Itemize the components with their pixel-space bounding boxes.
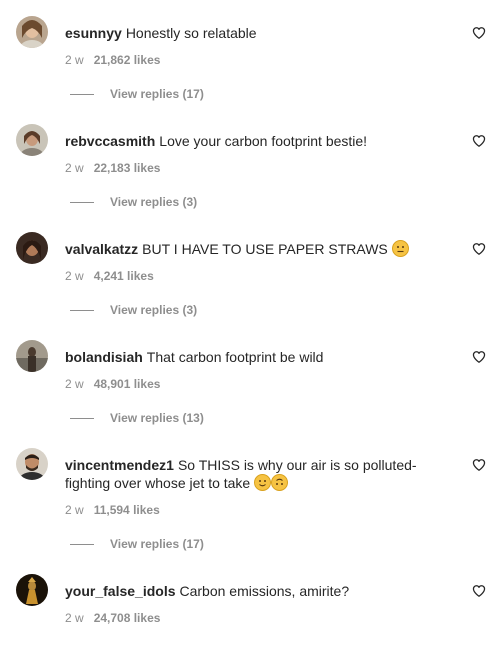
view-replies-button[interactable]: View replies (17) bbox=[70, 536, 204, 552]
comment-meta: 2 w 22,183 likes bbox=[65, 160, 160, 176]
comment-text: valvalkatzz BUT I HAVE TO USE PAPER STRAW… bbox=[65, 240, 445, 258]
view-replies-label: View replies (17) bbox=[110, 87, 204, 101]
comment-likes[interactable]: 4,241 likes bbox=[94, 269, 154, 283]
replies-divider bbox=[70, 93, 94, 95]
comment-text: your_false_idols Carbon emissions, amirit… bbox=[65, 582, 445, 600]
heart-outline-icon[interactable] bbox=[472, 134, 486, 148]
comment-age: 2 w bbox=[65, 377, 84, 391]
comment-text: esunnyy Honestly so relatable bbox=[65, 24, 445, 42]
view-replies-label: View replies (3) bbox=[110, 303, 198, 317]
comment-likes[interactable]: 11,594 likes bbox=[94, 503, 160, 517]
avatar[interactable] bbox=[16, 124, 48, 156]
comment-meta: 2 w 4,241 likes bbox=[65, 268, 154, 284]
heart-outline-icon[interactable] bbox=[472, 26, 486, 40]
comment-body: Honestly so relatable bbox=[125, 25, 257, 41]
comment-username[interactable]: valvalkatzz bbox=[65, 241, 138, 257]
comment-likes[interactable]: 22,183 likes bbox=[94, 161, 161, 175]
heart-outline-icon[interactable] bbox=[472, 584, 486, 598]
comment-username[interactable]: your_false_idols bbox=[65, 583, 176, 599]
view-replies-button[interactable]: View replies (3) bbox=[70, 302, 197, 318]
heart-outline-icon[interactable] bbox=[472, 350, 486, 364]
avatar[interactable] bbox=[16, 16, 48, 48]
comment-meta: 2 w 21,862 likes bbox=[65, 52, 160, 68]
view-replies-button[interactable]: View replies (17) bbox=[70, 86, 204, 102]
view-replies-button[interactable]: View replies (3) bbox=[70, 194, 197, 210]
comment-body: Love your carbon footprint bestie! bbox=[159, 133, 368, 149]
view-replies-label: View replies (17) bbox=[110, 537, 204, 551]
replies-divider bbox=[70, 309, 94, 311]
comment-username[interactable]: bolandisiah bbox=[65, 349, 143, 365]
replies-divider bbox=[70, 543, 94, 545]
comment-meta: 2 w 24,708 likes bbox=[65, 610, 160, 626]
comment-meta: 2 w 11,594 likes bbox=[65, 502, 160, 518]
comment-age: 2 w bbox=[65, 53, 84, 67]
comment-age: 2 w bbox=[65, 161, 84, 175]
comment-text: rebvccasmith Love your carbon footprint b… bbox=[65, 132, 445, 150]
comment-body: Carbon emissions, amirite? bbox=[179, 583, 350, 599]
comment-body: That carbon footprint be wild bbox=[146, 349, 324, 365]
comment-likes[interactable]: 48,901 likes bbox=[94, 377, 161, 391]
comment-age: 2 w bbox=[65, 269, 84, 283]
slight-smile-emoji bbox=[254, 474, 272, 491]
comment-username[interactable]: rebvccasmith bbox=[65, 133, 155, 149]
view-replies-button[interactable]: View replies (13) bbox=[70, 410, 204, 426]
comment-body: BUT I HAVE TO USE PAPER STRAWS bbox=[142, 241, 388, 257]
comment-age: 2 w bbox=[65, 611, 84, 625]
avatar[interactable] bbox=[16, 340, 48, 372]
comments-list: esunnyy Honestly so relatable 2 w 21,862 l… bbox=[0, 0, 497, 645]
heart-outline-icon[interactable] bbox=[472, 242, 486, 256]
comment-age: 2 w bbox=[65, 503, 84, 517]
comment-likes[interactable]: 21,862 likes bbox=[94, 53, 161, 67]
upside-down-face-emoji bbox=[271, 474, 289, 491]
comment-username[interactable]: vincentmendez1 bbox=[65, 457, 174, 473]
avatar[interactable] bbox=[16, 232, 48, 264]
replies-divider bbox=[70, 417, 94, 419]
neutral-face-emoji bbox=[391, 240, 409, 257]
replies-divider bbox=[70, 201, 94, 203]
comment-username[interactable]: esunnyy bbox=[65, 25, 122, 41]
comment-meta: 2 w 48,901 likes bbox=[65, 376, 160, 392]
comment-text: bolandisiah That carbon footprint be wild bbox=[65, 348, 445, 366]
avatar[interactable] bbox=[16, 448, 48, 480]
comment-text: vincentmendez1 So THISS is why our air is… bbox=[65, 456, 445, 492]
heart-outline-icon[interactable] bbox=[472, 458, 486, 472]
view-replies-label: View replies (3) bbox=[110, 195, 198, 209]
avatar[interactable] bbox=[16, 574, 48, 606]
view-replies-label: View replies (13) bbox=[110, 411, 204, 425]
comment-likes[interactable]: 24,708 likes bbox=[94, 611, 161, 625]
